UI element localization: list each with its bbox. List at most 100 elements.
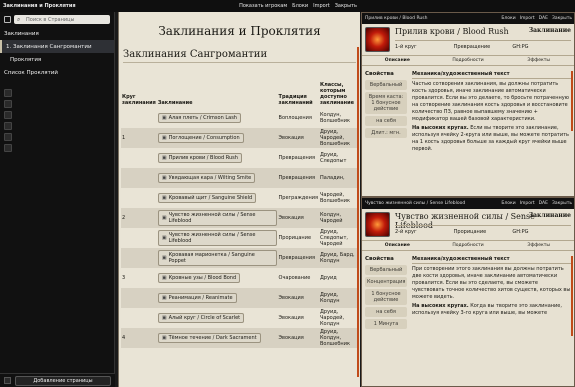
cell-circle: 4 (121, 328, 157, 348)
cell-spell: ▣ Алая плеть / Crimson Lash (157, 108, 278, 128)
table-row: ▣ Прилив крови / Blood Rush Превращения Дру… (121, 148, 357, 168)
spell-table: Круг заклинания Заклинание Традиция закл… (121, 82, 357, 348)
tab-details[interactable]: Подробности (433, 56, 504, 65)
tool-icon[interactable] (4, 89, 12, 97)
spell-level: 2-й круг (395, 229, 417, 235)
cell-tradition: Преграждения (278, 195, 318, 201)
table-row: ▣ Алый круг / Circle of Scarlet Эвокация Др… (121, 308, 357, 328)
property-tag: Вербальный (365, 80, 407, 90)
spell-link[interactable]: ▣ Алая плеть / Crimson Lash (157, 113, 241, 123)
cell-spell: ▣ Тёмное течение / Dark Sacrament (156, 328, 278, 348)
tool-icon[interactable] (4, 122, 12, 130)
tool-icon[interactable] (4, 111, 12, 119)
col-spell: Заклинание (157, 100, 193, 106)
dae-button[interactable]: DAE (539, 16, 548, 21)
close-button[interactable]: Закрыть (335, 3, 357, 9)
spell-link-label: Алая плеть / Crimson Lash (168, 115, 237, 121)
page-item-spells[interactable]: Заклинания (0, 27, 114, 40)
sheet-scrollbar[interactable] (571, 71, 573, 131)
document-icon: ▣ (161, 295, 167, 301)
property-tag: 1 Минута (365, 319, 407, 329)
dae-button[interactable]: DAE (539, 201, 548, 206)
cell-classes: Друид, Следопыт (320, 152, 347, 164)
spell-meta: 2-й круг Прорицание GH:PG (395, 225, 571, 235)
close-button[interactable]: Закрыть (552, 201, 572, 206)
tab-effects[interactable]: Эффекты (503, 241, 574, 250)
spell-source: GH:PG (512, 229, 529, 235)
description-body: Механика/художественный текст При сотвор… (412, 256, 571, 319)
higher-levels-text: На высоких кругах. Если вы творите это з… (412, 125, 571, 153)
spell-link[interactable]: ▣ Чувство жизненной силы / Sense Lifebloo… (157, 230, 277, 246)
description-text: Частью сотворения заклинания, вы должны … (412, 81, 569, 122)
add-page-button[interactable]: Добавление страницы (15, 375, 111, 386)
higher-levels-label: На высоких кругах. (412, 125, 469, 131)
blocks-button[interactable]: Блоки (501, 16, 515, 21)
show-players-button[interactable]: Показать игрокам (239, 3, 287, 9)
tool-icon[interactable] (4, 100, 12, 108)
blocks-button[interactable]: Блоки (292, 3, 308, 9)
spell-link[interactable]: ▣ Поглощение / Consumption (157, 133, 244, 143)
sheet-scrollbar[interactable] (571, 256, 573, 336)
sheet-tabs: Описание Подробности Эффекты (362, 56, 574, 66)
property-tag: на себя (365, 307, 407, 317)
sidebar-footer: Добавление страницы (0, 373, 115, 387)
document-icon: ▣ (161, 255, 167, 261)
spell-link[interactable]: ▣ Увядающая кара / Wilting Smite (157, 173, 256, 183)
close-button[interactable]: Закрыть (552, 16, 572, 21)
blocks-button[interactable]: Блоки (501, 201, 515, 206)
cell-tradition: Превращения (277, 248, 319, 268)
table-row: ▣ Кровавый щит / Sanguine Shield Прегражде… (121, 188, 357, 208)
cell-classes: Колдун, Волшебник (320, 112, 350, 124)
spell-link[interactable]: ▣ Чувство жизненной силы / Sense Lifebloo… (157, 210, 277, 226)
spell-link[interactable]: ▣ Прилив крови / Blood Rush (157, 153, 242, 163)
journal-title: Заклинания и Проклятия (3, 3, 76, 9)
page-title: Заклинания и Проклятия (158, 24, 321, 38)
cell-tradition: Очарование (278, 275, 311, 281)
import-button[interactable]: Import (313, 3, 330, 9)
tab-description[interactable]: Описание (362, 241, 433, 250)
page-item-curses[interactable]: Проклятия (0, 53, 114, 66)
page-item-curse-list[interactable]: Список Проклятий (0, 66, 114, 79)
document-icon: ▣ (161, 215, 167, 221)
cell-tradition: Эвокация (278, 315, 304, 321)
spell-link[interactable]: ▣ Кровавая марионетка / Sanguine Poppet (157, 250, 277, 266)
section-heading: Заклинания Сангромантии (123, 49, 356, 63)
spell-link-label: Прилив крови / Blood Rush (168, 155, 238, 161)
cell-circle (121, 248, 157, 268)
sheet-header-title: Чувство жизненной силы / Sense Lifeblood (365, 201, 466, 206)
tab-details[interactable]: Подробности (433, 241, 504, 250)
spell-link[interactable]: ▣ Реанимация / Reanimate (157, 293, 237, 303)
spell-link[interactable]: ▣ Алый круг / Circle of Scarlet (157, 313, 245, 323)
cell-spell: ▣ Прилив крови / Blood Rush (157, 148, 278, 168)
cell-classes: Чародей, Волшебник (320, 192, 350, 204)
sheet-header-buttons: Блоки Import DAE Закрыть (501, 201, 572, 206)
spell-link[interactable]: ▣ Кровные узы / Blood Bond (157, 273, 241, 283)
item-type: Заклинание (528, 27, 571, 34)
toggle-icon[interactable] (4, 377, 11, 384)
cell-tradition: Эвокация (277, 328, 319, 348)
spell-image[interactable] (365, 27, 390, 52)
tab-description[interactable]: Описание (362, 56, 433, 65)
document-icon: ▣ (161, 335, 167, 341)
cell-classes: Друид, Следопыт, Чародей (320, 229, 348, 247)
page-scrollbar[interactable] (357, 47, 359, 377)
import-button[interactable]: Import (520, 16, 535, 21)
search-input[interactable]: Поиск в Страницы (14, 15, 110, 24)
cell-tradition: Воплощения (278, 115, 312, 121)
page-item-sangromancy[interactable]: 1. Заклинания Сангромантии (0, 40, 114, 53)
cell-classes: Друид, Чародей, Колдун (320, 309, 345, 327)
spell-link[interactable]: ▣ Тёмное течение / Dark Sacrament (157, 333, 261, 343)
cell-tradition: Превращения (277, 168, 319, 188)
collapse-icon[interactable] (4, 16, 11, 23)
spell-image[interactable] (365, 212, 390, 237)
spell-name[interactable]: Прилив крови / Blood Rush (395, 27, 509, 36)
description-section-heading: Механика/художественный текст (412, 71, 571, 79)
journal-actions: Показать игрокам Блоки Import Закрыть (239, 3, 357, 9)
tool-icon[interactable] (4, 144, 12, 152)
spell-link[interactable]: ▣ Кровавый щит / Sanguine Shield (157, 193, 257, 203)
cell-classes: Друид, Колдун, Волшебник (319, 328, 357, 348)
tool-icon[interactable] (4, 133, 12, 141)
property-tag: Время каста: 1 бонусное действие (365, 92, 407, 114)
import-button[interactable]: Import (520, 201, 535, 206)
tab-effects[interactable]: Эффекты (503, 56, 574, 65)
